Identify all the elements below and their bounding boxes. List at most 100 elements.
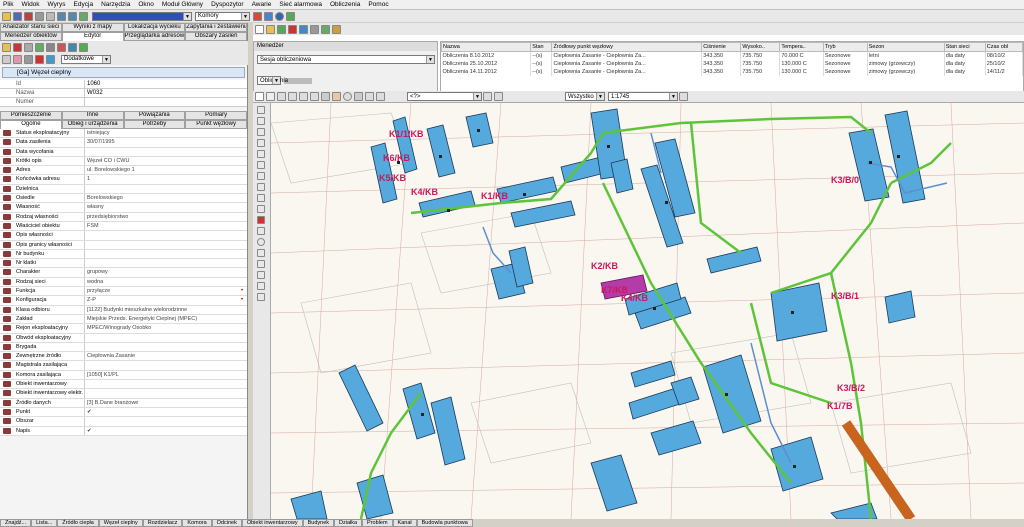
id-field-value[interactable] (85, 98, 247, 106)
table-row[interactable]: Obliczenia 8.10.2012 --(s) Ciepłownia Zasa… (441, 51, 1023, 60)
link-icon[interactable] (35, 42, 44, 52)
menu-item[interactable]: Wyrys (48, 1, 66, 8)
join-icon[interactable] (257, 194, 265, 202)
globe-icon[interactable] (275, 11, 284, 21)
property-value[interactable]: ✔ (85, 408, 237, 416)
bottom-tab[interactable]: Problem (362, 519, 393, 527)
dodatkowe-combo[interactable]: Dodatkowe ▼ (61, 54, 111, 64)
tab[interactable]: Przeglądarka adresów (123, 32, 186, 41)
menu-item[interactable]: Widok (21, 1, 39, 8)
draw-rect-icon[interactable] (257, 139, 265, 147)
chart-icon[interactable] (79, 42, 88, 52)
column-header[interactable]: Ciśnienie (701, 42, 742, 52)
arc-icon[interactable] (257, 249, 265, 257)
menu-item[interactable]: Edycja (74, 1, 94, 8)
column-header[interactable]: Nazwa (441, 42, 532, 52)
pointer-icon[interactable] (2, 54, 11, 64)
valve-icon[interactable] (257, 282, 265, 290)
tab[interactable]: Obieg i urządzenia (61, 120, 124, 129)
draw-point-icon[interactable] (257, 106, 265, 114)
table-row[interactable]: Obliczenia 25.10.2012 --(s) Ciepłownia Zas… (441, 59, 1023, 68)
bottom-tab[interactable]: Kanał (392, 519, 417, 527)
calc-open-icon[interactable] (266, 24, 275, 34)
zoom-extent-icon[interactable] (310, 92, 319, 101)
property-value[interactable]: własny (85, 203, 237, 211)
property-value[interactable] (85, 343, 237, 351)
id-field-value[interactable]: W032 (85, 89, 247, 97)
save-icon[interactable] (13, 11, 22, 21)
node-icon[interactable] (257, 172, 265, 180)
menu-item[interactable]: Dyspozytor (211, 1, 244, 8)
calc-new-icon[interactable] (255, 24, 264, 34)
cut-icon[interactable] (46, 11, 55, 21)
property-value[interactable] (85, 185, 237, 193)
property-value[interactable]: [1050] K1/PL (85, 371, 237, 379)
rotate-icon[interactable] (257, 161, 265, 169)
pen-icon[interactable] (24, 54, 33, 64)
property-value[interactable]: Miejskie Przeds. Energetyki Cieplnej (MP… (85, 315, 237, 323)
property-value[interactable]: istniejący (85, 129, 237, 137)
measure-icon[interactable] (321, 92, 330, 101)
tab[interactable]: Analizator stanu sieci (0, 23, 62, 32)
bottom-tab[interactable]: Odcinek (211, 519, 242, 527)
zoom-in-icon[interactable] (277, 92, 286, 101)
pan-icon[interactable] (266, 92, 275, 101)
refresh-icon[interactable] (68, 42, 77, 52)
tab[interactable]: Ogólne (0, 120, 62, 129)
tab[interactable]: Potrzeby (123, 120, 186, 129)
layer-tool-icon[interactable] (365, 92, 374, 101)
property-value[interactable] (85, 241, 237, 249)
delete-shape-icon[interactable] (257, 216, 265, 224)
copy-icon[interactable] (24, 42, 33, 52)
zoom-out-icon[interactable] (288, 92, 297, 101)
circle-icon[interactable] (257, 238, 265, 246)
grid-icon[interactable] (257, 271, 265, 279)
property-value[interactable] (85, 231, 237, 239)
zoom-icon[interactable] (79, 11, 88, 21)
bottom-tab[interactable]: Budowla punktowa (416, 519, 473, 527)
tab[interactable]: Punkt węzłowy (185, 120, 247, 129)
menu-item[interactable]: Okno (138, 1, 154, 8)
bottom-tab[interactable]: Budynek (302, 519, 334, 527)
menu-item[interactable]: Awarie (252, 1, 272, 8)
map-zoom-icon[interactable] (494, 92, 503, 101)
property-value[interactable]: [1122] Budynki mieszkalne wielorodzinne (85, 306, 237, 314)
print-map-icon[interactable] (354, 92, 363, 101)
bottom-tab[interactable]: Znajdź... (0, 519, 32, 527)
zoom-window-icon[interactable] (299, 92, 308, 101)
map-settings-icon[interactable] (679, 92, 688, 101)
property-value[interactable]: [3] B.Dane branżowe (85, 399, 237, 407)
move-icon[interactable] (257, 150, 265, 158)
column-header[interactable]: Sezon (866, 42, 945, 52)
tab[interactable]: Obszary zasileń (185, 32, 247, 41)
copy-shape-icon[interactable] (257, 227, 265, 235)
draw-line-icon[interactable] (257, 117, 265, 125)
property-value[interactable] (85, 361, 237, 369)
split-icon[interactable] (257, 183, 265, 191)
calc-graph-icon[interactable] (299, 24, 308, 34)
menu-item[interactable]: Plik (3, 1, 13, 8)
delete-icon[interactable] (13, 42, 22, 52)
tab[interactable]: Wyniki z mapy (61, 23, 124, 32)
map-view[interactable]: K1/1/KB K6/KB K5/KB K4/KB K1/KB K3/B/0 K2/KB K3… (271, 103, 1024, 519)
pipe-icon[interactable] (257, 293, 265, 301)
obliczenia-combo[interactable]: Obliczenia▼ (257, 76, 288, 85)
tab[interactable]: Edytor (61, 32, 124, 41)
property-value[interactable]: Ciepłownia Zasanie (85, 352, 237, 360)
calc-export-icon[interactable] (332, 24, 341, 34)
scale-combo[interactable]: 1:1745 ▼ (608, 92, 678, 101)
column-header[interactable]: Źródłowy punkt węzłowy (551, 42, 703, 52)
tab[interactable]: Powiązania (123, 111, 186, 120)
info-tool-icon[interactable] (343, 92, 352, 101)
filter-icon[interactable] (264, 11, 273, 21)
property-value[interactable]: Z-P (85, 296, 237, 304)
new-icon[interactable] (2, 42, 11, 52)
menu-item[interactable]: Sieć alarmowa (279, 1, 322, 8)
bottom-tab[interactable]: Węzeł cieplny (98, 519, 143, 527)
calc-stop-icon[interactable] (288, 24, 297, 34)
menu-item[interactable]: Pomoc (368, 1, 388, 8)
calc-run-icon[interactable] (277, 24, 286, 34)
bottom-tab[interactable]: Rozdzielacz (142, 519, 183, 527)
property-value[interactable]: ✔ (85, 427, 237, 435)
map-combo-a[interactable]: <?> ▼ (407, 92, 482, 101)
